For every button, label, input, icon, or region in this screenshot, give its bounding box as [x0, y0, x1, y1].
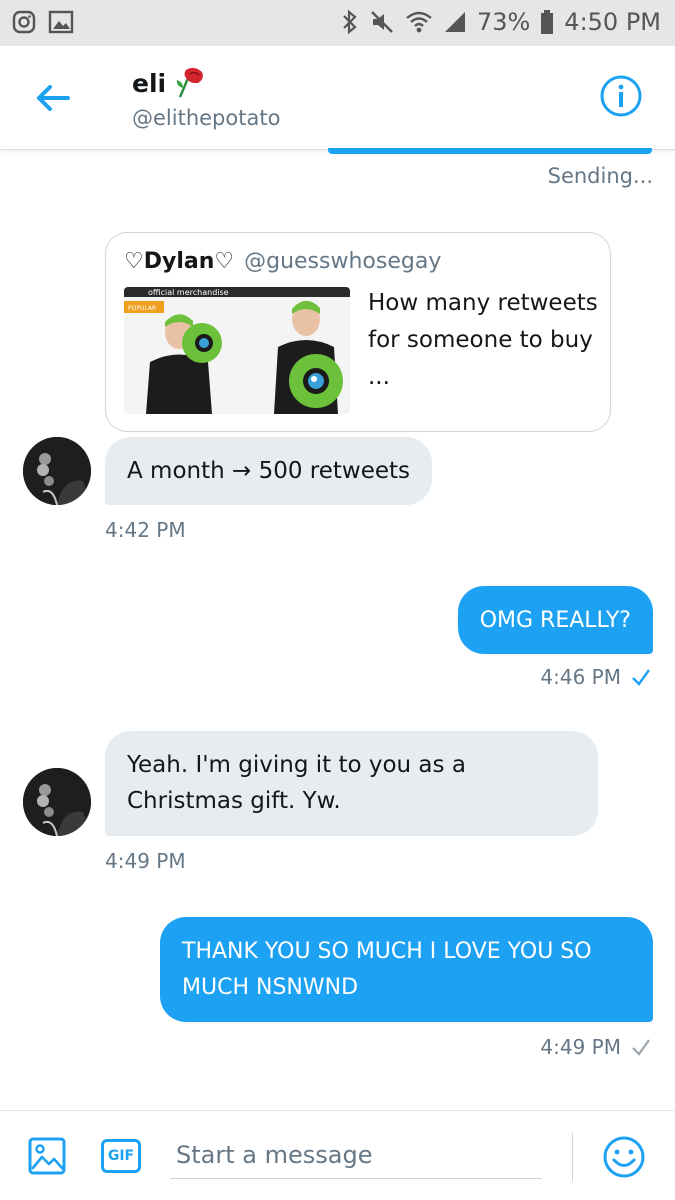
contact-handle: @elithepotato	[132, 106, 281, 130]
status-bar: 73% 4:50 PM	[0, 0, 675, 46]
back-button[interactable]	[32, 78, 72, 118]
message-timestamp: 4:46 PM	[540, 665, 651, 689]
contact-name: eli	[132, 68, 167, 98]
back-arrow-icon	[37, 85, 70, 111]
tweet-image-banner: official merchandise	[148, 288, 229, 297]
composer-divider	[572, 1133, 573, 1181]
sending-status: Sending...	[547, 164, 653, 188]
message-time: 4:42 PM	[105, 518, 186, 542]
avatar[interactable]	[23, 768, 91, 836]
message-input[interactable]	[170, 1131, 542, 1179]
dm-screen: 73% 4:50 PM eli @elithepotato Sending...…	[0, 0, 675, 1200]
conversation-header: eli @elithepotato	[0, 46, 675, 150]
message-bubble-outgoing[interactable]: OMG REALLY?	[457, 586, 653, 654]
sent-check-icon	[632, 1039, 650, 1056]
gif-button[interactable]: GIF	[101, 1139, 141, 1173]
message-bubble-outgoing[interactable]: THANK YOU SO MUCH I LOVE YOU SO MUCH NSN…	[160, 917, 653, 1022]
shared-tweet-card[interactable]: ♡Dylan♡ @guesswhosegay official merchand…	[105, 232, 611, 432]
tweet-handle: @guesswhosegay	[244, 249, 442, 274]
bluetooth-icon	[341, 9, 359, 35]
tweet-image: official merchandise POPULAR	[124, 287, 350, 414]
clock: 4:50 PM	[564, 8, 661, 36]
message-timestamp: 4:49 PM	[540, 1035, 651, 1059]
add-photo-button[interactable]	[28, 1137, 66, 1175]
previous-message-edge	[328, 148, 652, 154]
tweet-image-tag: POPULAR	[128, 305, 156, 312]
read-check-icon	[632, 669, 650, 686]
message-time: 4:49 PM	[540, 1035, 621, 1059]
rose-emoji-icon	[176, 67, 204, 98]
gallery-icon	[48, 10, 74, 34]
contact-avatar-icon	[23, 768, 91, 836]
signal-icon	[443, 10, 467, 34]
avatar[interactable]	[23, 437, 91, 505]
contact-avatar-icon	[23, 437, 91, 505]
instagram-icon	[12, 10, 36, 34]
battery-icon	[540, 9, 554, 35]
mute-icon	[369, 9, 395, 35]
emoji-button[interactable]	[602, 1135, 646, 1179]
battery-percent: 73%	[476, 8, 531, 36]
message-timestamp: 4:42 PM	[105, 518, 186, 542]
photo-icon	[28, 1137, 66, 1175]
info-button[interactable]	[599, 74, 643, 118]
message-bubble-incoming[interactable]: Yeah. I'm giving it to you as a Christma…	[105, 731, 598, 836]
wifi-icon	[405, 10, 433, 34]
tweet-author: ♡Dylan♡	[124, 249, 235, 274]
tweet-text: How many retweets for someone to buy ...	[368, 290, 598, 390]
message-timestamp: 4:49 PM	[105, 849, 186, 873]
smiley-icon	[603, 1136, 645, 1178]
message-bubble-incoming[interactable]: A month → 500 retweets	[105, 437, 433, 505]
info-icon	[600, 75, 642, 117]
message-composer: GIF	[0, 1110, 675, 1200]
conversation-title[interactable]: eli @elithepotato	[132, 66, 280, 130]
message-time: 4:49 PM	[105, 849, 186, 873]
message-time: 4:46 PM	[540, 665, 621, 689]
